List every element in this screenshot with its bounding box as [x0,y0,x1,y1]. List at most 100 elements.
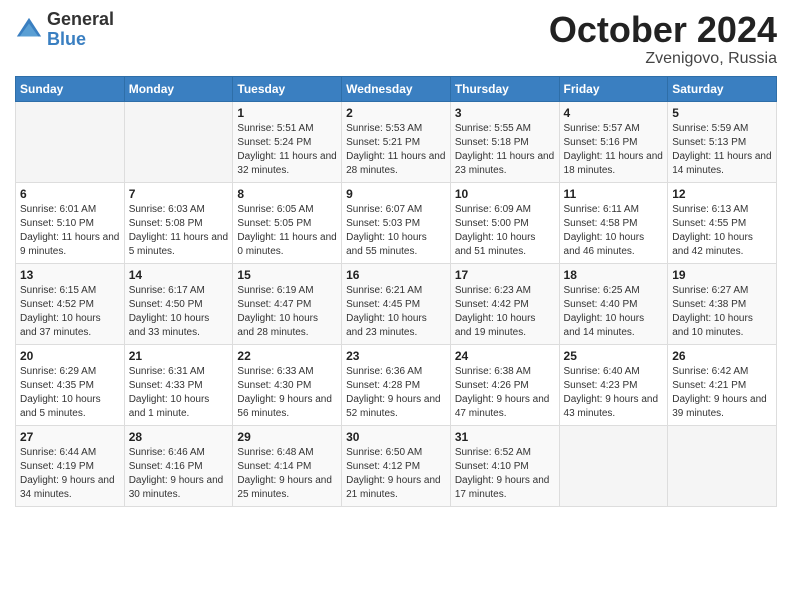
page-header: General Blue October 2024 Zvenigovo, Rus… [15,10,777,68]
day-info: Sunrise: 6:01 AM Sunset: 5:10 PM Dayligh… [20,203,120,259]
day-info: Sunrise: 6:40 AM Sunset: 4:23 PM Dayligh… [564,365,664,421]
day-info: Sunrise: 6:17 AM Sunset: 4:50 PM Dayligh… [129,284,229,340]
header-saturday: Saturday [668,76,777,101]
day-number: 3 [455,106,555,120]
day-number: 10 [455,187,555,201]
header-sunday: Sunday [16,76,125,101]
cell-w5-d5 [559,425,668,506]
cell-w3-d4: 17Sunrise: 6:23 AM Sunset: 4:42 PM Dayli… [450,263,559,344]
cell-w2-d4: 10 Sunrise: 6:09 AM Sunset: 5:00 PM Dayli… [450,182,559,263]
cell-w2-d5: 11 Sunrise: 6:11 AM Sunset: 4:58 PM Dayli… [559,182,668,263]
day-info: Sunrise: 5:53 AM Sunset: 5:21 PM Dayligh… [346,122,446,178]
day-number: 7 [129,187,229,201]
day-info: Sunrise: 6:05 AM Sunset: 5:05 PM Dayligh… [237,203,337,259]
day-number: 12 [672,187,772,201]
day-number: 4 [564,106,664,120]
cell-w3-d3: 16Sunrise: 6:21 AM Sunset: 4:45 PM Dayli… [342,263,451,344]
day-info: Sunrise: 6:13 AM Sunset: 4:55 PM Dayligh… [672,203,772,259]
day-number: 23 [346,349,446,363]
day-number: 29 [237,430,337,444]
logo: General Blue [15,10,114,50]
calendar-table: Sunday Monday Tuesday Wednesday Thursday… [15,76,777,507]
cell-w3-d5: 18 Sunrise: 6:25 AM Sunset: 4:40 PM Dayli… [559,263,668,344]
day-info: Sunrise: 6:15 AM Sunset: 4:52 PM Dayligh… [20,284,120,340]
week-row-1: 1Sunrise: 5:51 AM Sunset: 5:24 PM Daylig… [16,101,777,182]
day-number: 9 [346,187,446,201]
day-info: Sunrise: 6:42 AM Sunset: 4:21 PM Dayligh… [672,365,772,421]
day-info: Sunrise: 6:23 AM Sunset: 4:42 PM Dayligh… [455,284,555,340]
cell-w2-d1: 7 Sunrise: 6:03 AM Sunset: 5:08 PM Daylig… [124,182,233,263]
month-title: October 2024 [549,10,777,50]
cell-w1-d0 [16,101,125,182]
cell-w3-d1: 14Sunrise: 6:17 AM Sunset: 4:50 PM Dayli… [124,263,233,344]
week-row-3: 13 Sunrise: 6:15 AM Sunset: 4:52 PM Dayli… [16,263,777,344]
day-info: Sunrise: 5:57 AM Sunset: 5:16 PM Dayligh… [564,122,664,178]
day-info: Sunrise: 6:36 AM Sunset: 4:28 PM Dayligh… [346,365,446,421]
day-number: 22 [237,349,337,363]
cell-w1-d4: 3 Sunrise: 5:55 AM Sunset: 5:18 PM Daylig… [450,101,559,182]
day-number: 1 [237,106,337,120]
day-number: 20 [20,349,120,363]
cell-w2-d2: 8 Sunrise: 6:05 AM Sunset: 5:05 PM Daylig… [233,182,342,263]
day-info: Sunrise: 6:29 AM Sunset: 4:35 PM Dayligh… [20,365,120,421]
day-number: 26 [672,349,772,363]
day-number: 15 [237,268,337,282]
day-info: Sunrise: 5:59 AM Sunset: 5:13 PM Dayligh… [672,122,772,178]
day-number: 24 [455,349,555,363]
day-info: Sunrise: 6:44 AM Sunset: 4:19 PM Dayligh… [20,446,120,502]
day-number: 11 [564,187,664,201]
cell-w1-d6: 5 Sunrise: 5:59 AM Sunset: 5:13 PM Daylig… [668,101,777,182]
day-number: 13 [20,268,120,282]
day-number: 31 [455,430,555,444]
cell-w1-d5: 4 Sunrise: 5:57 AM Sunset: 5:16 PM Daylig… [559,101,668,182]
week-row-2: 6 Sunrise: 6:01 AM Sunset: 5:10 PM Daylig… [16,182,777,263]
cell-w3-d0: 13 Sunrise: 6:15 AM Sunset: 4:52 PM Dayli… [16,263,125,344]
day-info: Sunrise: 6:25 AM Sunset: 4:40 PM Dayligh… [564,284,664,340]
day-info: Sunrise: 5:55 AM Sunset: 5:18 PM Dayligh… [455,122,555,178]
header-tuesday: Tuesday [233,76,342,101]
day-number: 5 [672,106,772,120]
day-info: Sunrise: 6:03 AM Sunset: 5:08 PM Dayligh… [129,203,229,259]
day-info: Sunrise: 6:19 AM Sunset: 4:47 PM Dayligh… [237,284,337,340]
cell-w5-d3: 30Sunrise: 6:50 AM Sunset: 4:12 PM Dayli… [342,425,451,506]
day-info: Sunrise: 6:46 AM Sunset: 4:16 PM Dayligh… [129,446,229,502]
cell-w2-d0: 6 Sunrise: 6:01 AM Sunset: 5:10 PM Daylig… [16,182,125,263]
cell-w3-d6: 19 Sunrise: 6:27 AM Sunset: 4:38 PM Dayli… [668,263,777,344]
cell-w4-d3: 23 Sunrise: 6:36 AM Sunset: 4:28 PM Dayli… [342,344,451,425]
header-monday: Monday [124,76,233,101]
day-number: 18 [564,268,664,282]
day-info: Sunrise: 6:27 AM Sunset: 4:38 PM Dayligh… [672,284,772,340]
cell-w3-d2: 15 Sunrise: 6:19 AM Sunset: 4:47 PM Dayli… [233,263,342,344]
day-info: Sunrise: 6:09 AM Sunset: 5:00 PM Dayligh… [455,203,555,259]
day-number: 6 [20,187,120,201]
cell-w5-d4: 31Sunrise: 6:52 AM Sunset: 4:10 PM Dayli… [450,425,559,506]
day-info: Sunrise: 6:38 AM Sunset: 4:26 PM Dayligh… [455,365,555,421]
cell-w5-d1: 28 Sunrise: 6:46 AM Sunset: 4:16 PM Dayli… [124,425,233,506]
cell-w4-d5: 25Sunrise: 6:40 AM Sunset: 4:23 PM Dayli… [559,344,668,425]
cell-w5-d0: 27Sunrise: 6:44 AM Sunset: 4:19 PM Dayli… [16,425,125,506]
cell-w4-d0: 20 Sunrise: 6:29 AM Sunset: 4:35 PM Dayli… [16,344,125,425]
day-info: Sunrise: 6:11 AM Sunset: 4:58 PM Dayligh… [564,203,664,259]
day-info: Sunrise: 6:48 AM Sunset: 4:14 PM Dayligh… [237,446,337,502]
header-friday: Friday [559,76,668,101]
logo-blue: Blue [47,30,114,50]
day-info: Sunrise: 6:21 AM Sunset: 4:45 PM Dayligh… [346,284,446,340]
cell-w1-d2: 1Sunrise: 5:51 AM Sunset: 5:24 PM Daylig… [233,101,342,182]
cell-w2-d6: 12 Sunrise: 6:13 AM Sunset: 4:55 PM Dayli… [668,182,777,263]
day-info: Sunrise: 6:33 AM Sunset: 4:30 PM Dayligh… [237,365,337,421]
header-row: Sunday Monday Tuesday Wednesday Thursday… [16,76,777,101]
cell-w4-d1: 21Sunrise: 6:31 AM Sunset: 4:33 PM Dayli… [124,344,233,425]
calendar-header: Sunday Monday Tuesday Wednesday Thursday… [16,76,777,101]
day-number: 19 [672,268,772,282]
week-row-5: 27Sunrise: 6:44 AM Sunset: 4:19 PM Dayli… [16,425,777,506]
logo-icon [15,16,43,44]
day-number: 28 [129,430,229,444]
cell-w2-d3: 9Sunrise: 6:07 AM Sunset: 5:03 PM Daylig… [342,182,451,263]
logo-general: General [47,10,114,30]
page-container: General Blue October 2024 Zvenigovo, Rus… [0,0,792,517]
day-number: 8 [237,187,337,201]
location-title: Zvenigovo, Russia [549,50,777,68]
cell-w4-d4: 24 Sunrise: 6:38 AM Sunset: 4:26 PM Dayli… [450,344,559,425]
day-number: 30 [346,430,446,444]
cell-w4-d6: 26 Sunrise: 6:42 AM Sunset: 4:21 PM Dayli… [668,344,777,425]
